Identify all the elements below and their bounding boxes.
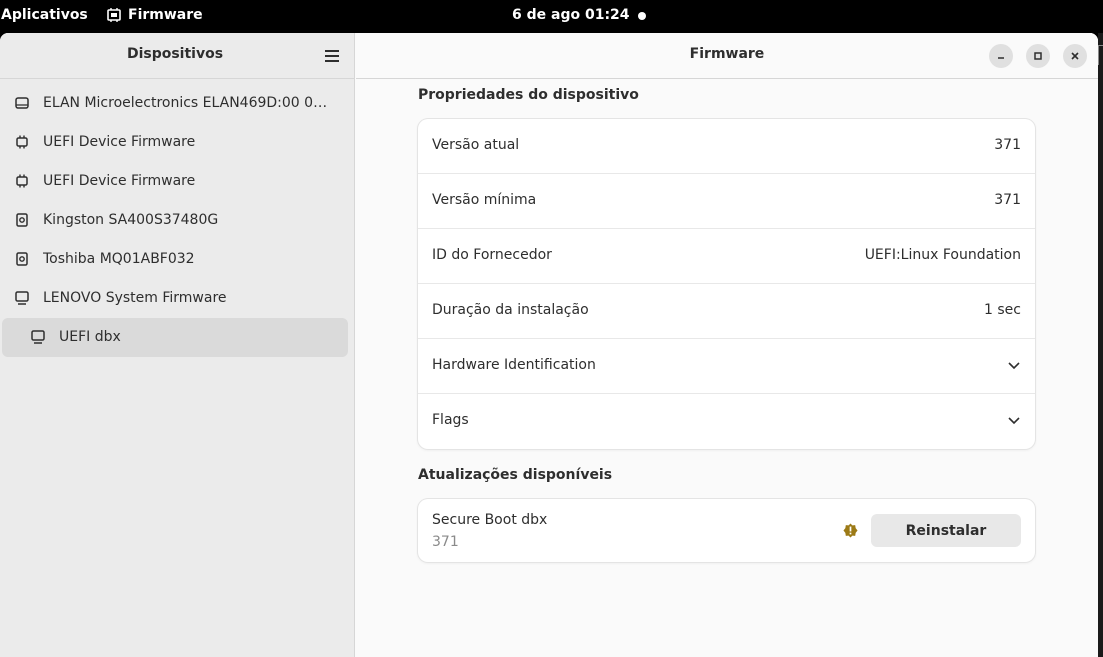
device-item-uefi-dbx[interactable]: UEFI dbx [2, 318, 348, 357]
touchpad-icon [15, 97, 29, 109]
device-label: ELAN Microelectronics ELAN469D:00 04F3:3 [43, 95, 333, 111]
computer-icon [31, 330, 45, 344]
header-bar: Firmware [356, 33, 1098, 79]
window-title: Firmware [689, 46, 765, 62]
chip-icon [16, 135, 28, 149]
sidebar-header: Dispositivos [0, 33, 354, 79]
device-label: LENOVO System Firmware [43, 290, 227, 306]
device-label: Toshiba MQ01ABF032 [43, 251, 195, 267]
property-key: Versão atual [432, 137, 520, 153]
update-card: Secure Boot dbx 371 Reinstalar [418, 499, 1035, 562]
property-value: 371 [994, 192, 1021, 208]
device-details: Propriedades do dispositivo Versão atual… [418, 87, 1035, 562]
top-bar: Aplicativos Firmware 6 de ago 01:24 [0, 0, 1103, 32]
clock[interactable]: 6 de ago 01:24 [512, 7, 630, 23]
main-menu-button[interactable] [320, 45, 344, 67]
property-key: Versão mínima [432, 192, 537, 208]
sidebar: Dispositivos ELAN Microelectronics ELAN4… [0, 33, 355, 657]
main-pane: Firmware Propriedades do dispositivo Ver… [356, 33, 1098, 657]
device-item-kingston[interactable]: Kingston SA400S37480G [0, 201, 354, 240]
hardware-identification-expander[interactable]: Hardware Identification [418, 339, 1035, 394]
device-list: ELAN Microelectronics ELAN469D:00 04F3:3… [0, 79, 354, 357]
device-item-uefi-2[interactable]: UEFI Device Firmware [0, 162, 354, 201]
property-key: ID do Fornecedor [432, 247, 552, 263]
device-item-uefi-1[interactable]: UEFI Device Firmware [0, 123, 354, 162]
updates-heading: Atualizações disponíveis [418, 467, 613, 483]
close-button[interactable] [1063, 44, 1087, 68]
property-row-minimum-version: Versão mínima 371 [418, 174, 1035, 229]
applications-menu[interactable]: Aplicativos [1, 7, 88, 23]
background-window-edge [1098, 33, 1103, 657]
update-name: Secure Boot dbx [432, 512, 548, 528]
chevron-down-icon [1008, 362, 1020, 370]
device-label: Kingston SA400S37480G [43, 212, 219, 228]
maximize-icon [1034, 52, 1042, 60]
warning-badge-icon [843, 523, 858, 538]
properties-heading: Propriedades do dispositivo [418, 87, 639, 103]
chip-icon [16, 174, 28, 188]
drive-icon [16, 252, 28, 266]
device-label: UEFI Device Firmware [43, 134, 196, 150]
app-menu-label: Firmware [128, 7, 203, 23]
expander-label: Flags [432, 412, 469, 428]
maximize-button[interactable] [1026, 44, 1050, 68]
property-value: UEFI:Linux Foundation [864, 247, 1021, 263]
notification-dot-icon [638, 12, 646, 20]
property-row-install-duration: Duração da instalação 1 sec [418, 284, 1035, 339]
device-label: UEFI dbx [59, 329, 121, 345]
property-row-vendor-id: ID do Fornecedor UEFI:Linux Foundation [418, 229, 1035, 284]
property-value: 1 sec [984, 302, 1021, 318]
expander-label: Hardware Identification [432, 357, 596, 373]
app-menu[interactable]: Firmware [106, 7, 203, 23]
property-key: Duração da instalação [432, 302, 589, 318]
update-version: 371 [432, 534, 459, 550]
close-icon [1071, 52, 1079, 60]
sidebar-title: Dispositivos [126, 46, 224, 62]
drive-icon [16, 213, 28, 227]
device-label: UEFI Device Firmware [43, 173, 196, 189]
computer-icon [15, 291, 29, 305]
minimize-button[interactable] [989, 44, 1013, 68]
hamburger-icon [325, 50, 339, 52]
chevron-down-icon [1008, 417, 1020, 425]
firmware-window: Dispositivos ELAN Microelectronics ELAN4… [0, 33, 1098, 657]
property-row-current-version: Versão atual 371 [418, 119, 1035, 174]
firmware-app-icon [107, 8, 121, 22]
device-item-toshiba[interactable]: Toshiba MQ01ABF032 [0, 240, 354, 279]
minimize-icon [998, 57, 1004, 59]
reinstall-button[interactable]: Reinstalar [871, 514, 1021, 547]
device-item-lenovo[interactable]: LENOVO System Firmware [0, 279, 354, 318]
property-value: 371 [994, 137, 1021, 153]
device-item-elan[interactable]: ELAN Microelectronics ELAN469D:00 04F3:3 [0, 84, 354, 123]
flags-expander[interactable]: Flags [418, 394, 1035, 449]
properties-card: Versão atual 371 Versão mínima 371 ID do… [418, 119, 1035, 449]
